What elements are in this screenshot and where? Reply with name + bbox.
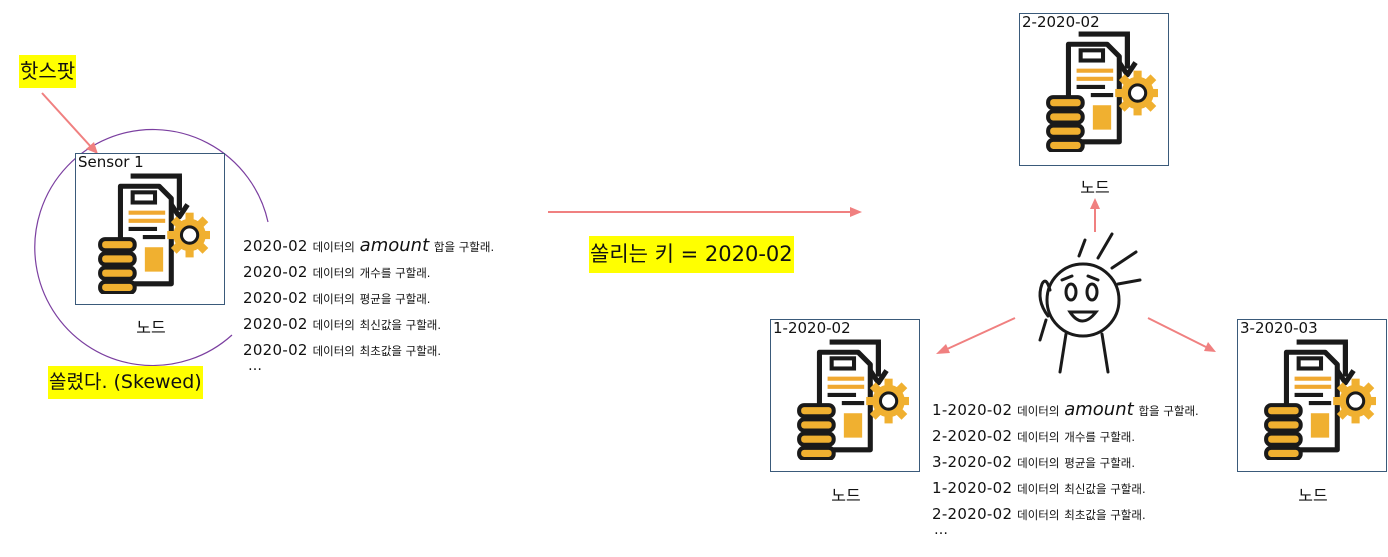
query-mid: amount	[1064, 399, 1134, 420]
top-node-caption: 노드	[1080, 178, 1110, 197]
top-node-label: 2-2020-02	[1022, 13, 1100, 31]
query-pre: 데이터의	[1017, 508, 1060, 522]
query-post: 개수를 구할래.	[359, 266, 431, 280]
right-node-box: 3-2020-03	[1237, 319, 1387, 472]
query-line: 2020-02 데이터의 개수를 구할래.	[243, 261, 430, 282]
sensor-node-caption: 노드	[136, 318, 166, 337]
query-post: 최신값을 구할래.	[359, 318, 442, 332]
query-key: 2020-02	[243, 315, 308, 333]
query-key: 2020-02	[243, 341, 308, 359]
skew-key-label: 쏠리는 키 = 2020-02	[589, 236, 794, 273]
query-line: 1-2020-02 데이터의 최신값을 구할래.	[932, 477, 1146, 498]
query-post: 최초값을 구할래.	[359, 344, 442, 358]
query-pre: 데이터의	[1017, 456, 1060, 470]
query-pre: 데이터의	[312, 318, 355, 332]
query-mid: amount	[359, 235, 430, 256]
query-line: 2020-02 데이터의 평균을 구할래.	[243, 287, 430, 308]
left-node-label: 1-2020-02	[773, 319, 851, 337]
query-post: 평균을 구할래.	[1064, 456, 1136, 470]
right-node-caption: 노드	[1298, 486, 1328, 505]
top-node-box: 2-2020-02	[1019, 13, 1169, 166]
query-key: 3-2020-02	[932, 453, 1013, 471]
right-node-label: 3-2020-03	[1240, 319, 1318, 337]
query-key: 1-2020-02	[932, 479, 1013, 497]
query-line: 3-2020-02 데이터의 평균을 구할래.	[932, 451, 1135, 472]
server-icon	[797, 338, 909, 460]
query-line: 2020-02 데이터의 amount 합을 구할래.	[243, 235, 494, 256]
arrow-to-left-node	[944, 317, 1016, 351]
query-line: 2020-02 데이터의 최신값을 구할래.	[243, 313, 441, 334]
query-key: 2020-02	[243, 237, 308, 255]
server-icon	[1264, 338, 1376, 460]
query-post: 합을 구할래.	[433, 240, 495, 254]
server-icon	[1046, 30, 1158, 152]
query-key: 1-2020-02	[932, 401, 1013, 419]
query-line: 2020-02 데이터의 최초값을 구할래.	[243, 339, 441, 360]
query-key: 2020-02	[243, 289, 308, 307]
hotspot-arrow	[41, 92, 93, 149]
query-pre: 데이터의	[1017, 404, 1060, 418]
left-node-box: 1-2020-02	[770, 319, 920, 472]
sensor-node-box: Sensor 1	[75, 153, 225, 305]
person-figure	[1038, 232, 1142, 374]
query-pre: 데이터의	[312, 240, 355, 254]
query-post: 개수를 구할래.	[1064, 430, 1136, 444]
query-line: 1-2020-02 데이터의 amount 합을 구할래.	[932, 399, 1199, 420]
query-key: 2-2020-02	[932, 427, 1013, 445]
query-post: 평균을 구할래.	[359, 292, 431, 306]
query-post: 최초값을 구할래.	[1064, 508, 1146, 522]
query-pre: 데이터의	[312, 292, 355, 306]
server-icon	[98, 172, 210, 294]
left-ellipsis: …	[248, 358, 262, 374]
skewed-label: 쏠렸다. (Skewed)	[48, 366, 203, 399]
query-line: 2-2020-02 데이터의 최초값을 구할래.	[932, 503, 1146, 524]
arrow-to-right-node	[1147, 317, 1209, 349]
query-pre: 데이터의	[1017, 430, 1060, 444]
left-node-caption: 노드	[831, 486, 861, 505]
query-key: 2-2020-02	[932, 505, 1013, 523]
query-pre: 데이터의	[1017, 482, 1060, 496]
query-post: 합을 구할래.	[1138, 404, 1199, 418]
query-key: 2020-02	[243, 263, 308, 281]
query-line: 2-2020-02 데이터의 개수를 구할래.	[932, 425, 1135, 446]
sensor-node-label: Sensor 1	[78, 153, 144, 171]
query-pre: 데이터의	[312, 344, 355, 358]
hotspot-label: 핫스팟	[19, 55, 77, 88]
query-post: 최신값을 구할래.	[1064, 482, 1146, 496]
right-ellipsis: …	[934, 522, 948, 538]
query-pre: 데이터의	[312, 266, 355, 280]
